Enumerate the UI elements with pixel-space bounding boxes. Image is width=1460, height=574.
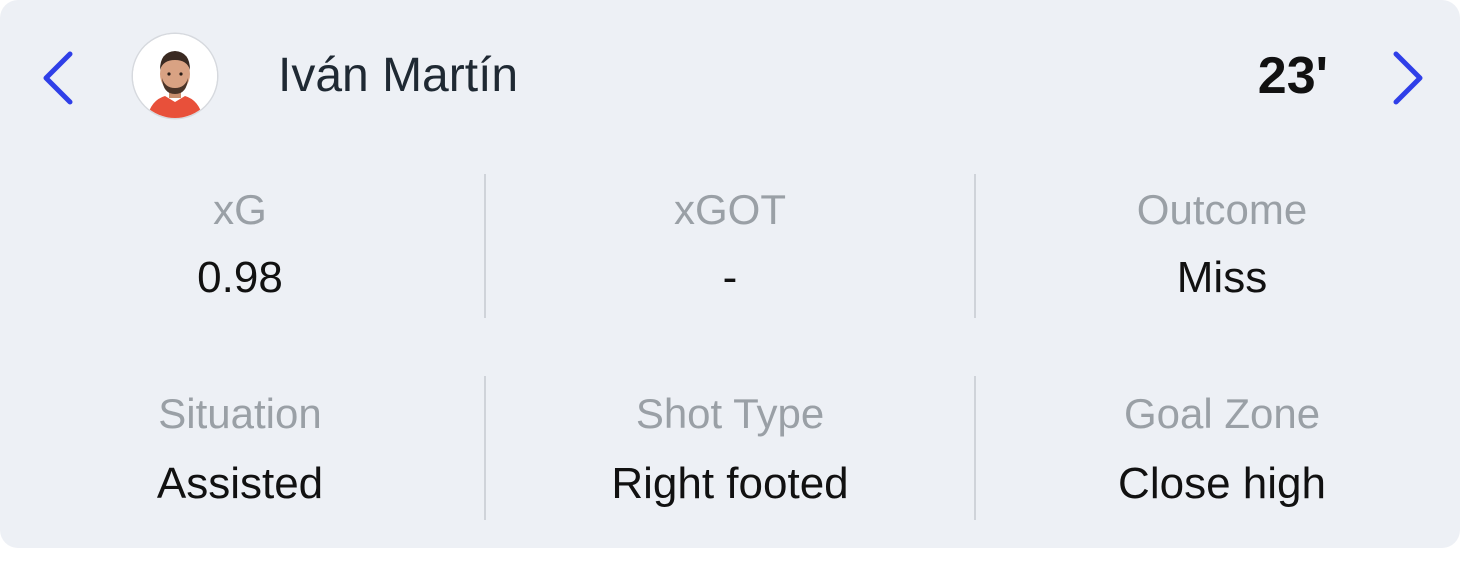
player-name[interactable]: Iván Martín	[278, 44, 518, 108]
shot-detail-card: Iván Martín 23' xG 0.98 xGOT - Outcome M…	[0, 0, 1460, 548]
stat-value: Assisted	[156, 459, 324, 508]
stat-label: xG	[213, 186, 267, 233]
divider	[484, 174, 486, 318]
stat-outcome: Outcome Miss	[982, 170, 1460, 304]
stat-value: Miss	[1176, 253, 1268, 302]
divider	[484, 376, 486, 520]
stat-label: Outcome	[1136, 186, 1308, 233]
stat-xg: xG 0.98	[0, 170, 480, 304]
stat-value: Right footed	[611, 459, 849, 508]
stat-xgot: xGOT -	[490, 170, 970, 304]
stat-situation: Situation Assisted	[0, 372, 480, 510]
shot-stats: xG 0.98 xGOT - Outcome Miss Situation As…	[0, 170, 1460, 574]
chevron-left-icon	[43, 51, 73, 105]
stat-value: -	[722, 253, 738, 302]
next-shot-button[interactable]	[1388, 50, 1428, 106]
stat-label: Shot Type	[635, 390, 825, 437]
shot-minute: 23'	[1257, 47, 1328, 105]
stats-row: Situation Assisted Shot Type Right foote…	[0, 372, 1460, 574]
player-avatar	[133, 34, 217, 118]
stat-label: Situation	[158, 390, 322, 437]
stat-goal-zone: Goal Zone Close high	[982, 372, 1460, 510]
stat-value: 0.98	[197, 253, 283, 302]
player-photo	[133, 34, 217, 118]
stat-label: Goal Zone	[1123, 390, 1321, 437]
divider	[974, 174, 976, 318]
divider	[974, 376, 976, 520]
stat-label: xGOT	[674, 186, 786, 233]
stat-shot-type: Shot Type Right footed	[490, 372, 970, 510]
chevron-right-icon	[1393, 51, 1423, 105]
stat-value: Close high	[1118, 459, 1326, 508]
previous-shot-button[interactable]	[38, 50, 78, 106]
stats-row: xG 0.98 xGOT - Outcome Miss	[0, 170, 1460, 372]
